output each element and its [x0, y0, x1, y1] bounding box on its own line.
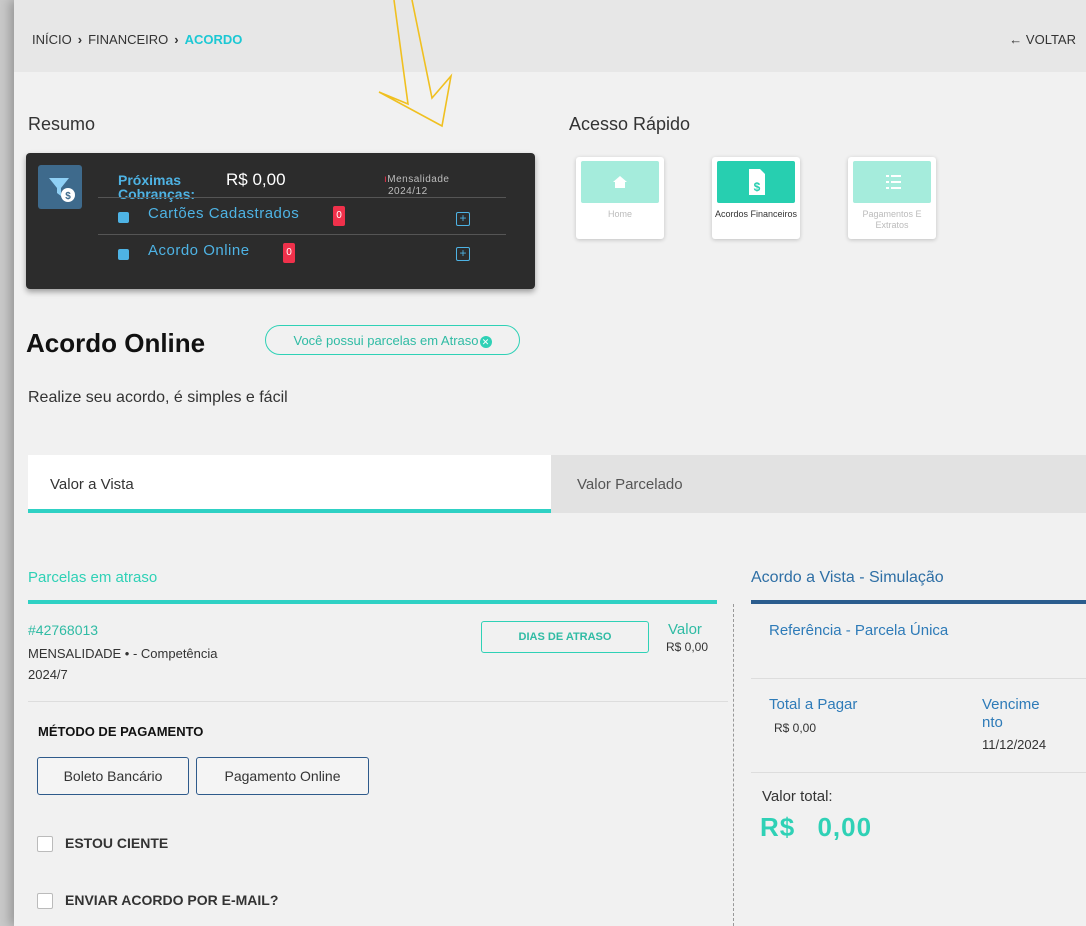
parcela-description: MENSALIDADE • - Competência 2024/7 — [28, 646, 218, 682]
parcela-id: #42768013 — [28, 622, 99, 638]
tab-valor-a-vista[interactable]: Valor a Vista — [28, 455, 551, 513]
total-a-pagar-value: R$ 0,00 — [774, 721, 817, 735]
simulacao-title: Acordo a Vista - Simulação — [751, 569, 944, 586]
parcelas-title: Parcelas em atraso — [28, 569, 158, 586]
chevron-right-icon: › — [174, 32, 179, 47]
enviar-email-checkbox[interactable] — [37, 893, 53, 909]
annotation-arrow-icon — [378, 0, 453, 128]
simulacao-bar — [751, 600, 1086, 604]
divider — [98, 234, 506, 235]
document-dollar-icon: $ — [717, 161, 795, 203]
chevron-right-icon: › — [77, 32, 83, 47]
arrow-left-icon: ← — [1009, 32, 1026, 47]
column-divider — [733, 604, 734, 926]
tab-valor-parcelado[interactable]: Valor Parcelado — [551, 455, 1086, 513]
add-cartao-icon[interactable]: + — [456, 212, 470, 226]
proximas-cobrancas-value: R$ 0,00 — [226, 170, 286, 189]
cartoes-cadastrados-link[interactable]: Cartões Cadastrados — [148, 205, 299, 222]
quick-access-label: Home — [607, 209, 632, 219]
total-a-pagar-label: Total a Pagar — [769, 696, 858, 713]
breadcrumb: INÍCIO › FINANCEIRO › ACORDO — [32, 32, 242, 47]
metodo-pagamento-title: MÉTODO DE PAGAMENTO — [38, 724, 204, 739]
referencia-label: Referência - Parcela Única — [769, 622, 949, 639]
page-subtitle: Realize seu acordo, é simples e fácil — [28, 389, 288, 406]
acordo-count-badge: 0 — [283, 243, 295, 263]
svg-text:$: $ — [754, 180, 761, 194]
tab-label: Valor Parcelado — [577, 476, 683, 493]
quick-access-label: Acordos Financeiros — [714, 209, 798, 219]
resumo-card: $ Próximas Cobranças: R$ 0,00 ıMensalida… — [26, 153, 535, 289]
tab-label: Valor a Vista — [50, 476, 134, 493]
acordo-online-link[interactable]: Acordo Online — [148, 242, 250, 259]
vencimento-value: 11/12/2024 — [982, 737, 1047, 752]
page-title: Acordo Online — [26, 328, 206, 358]
pagamento-online-button[interactable]: Pagamento Online — [196, 757, 369, 795]
valor-label: Valor — [668, 621, 702, 638]
svg-text:$: $ — [65, 191, 71, 202]
vencimento-label: Vencimento — [982, 696, 1040, 731]
close-circle-icon[interactable]: ✕ — [479, 335, 492, 348]
checklist-icon — [853, 161, 931, 203]
card-icon — [118, 212, 129, 223]
enviar-email-label: ENVIAR ACORDO POR E-MAIL? — [65, 892, 279, 908]
divider — [98, 197, 506, 198]
filter-dollar-icon: $ — [38, 165, 82, 209]
breadcrumb-financeiro[interactable]: FINANCEIRO — [88, 32, 168, 47]
quick-access-acordos[interactable]: $ Acordos Financeiros — [712, 157, 800, 239]
estou-ciente-checkbox[interactable] — [37, 836, 53, 852]
breadcrumb-acordo: ACORDO — [184, 32, 243, 47]
divider — [751, 772, 1086, 773]
quick-access-label: Pagamentos E Extratos — [862, 209, 922, 230]
quick-access-home[interactable]: Home — [576, 157, 664, 239]
valor-total-value: R$ 0,00 — [760, 812, 873, 842]
add-acordo-icon[interactable]: + — [456, 247, 470, 261]
valor-total-label: Valor total: — [762, 788, 833, 805]
back-button[interactable]: ← VOLTAR — [1009, 32, 1076, 47]
parcelas-bar — [28, 600, 717, 604]
acesso-rapido-title: Acesso Rápido — [569, 114, 691, 134]
resumo-title: Resumo — [28, 114, 96, 134]
quick-access-pagamentos[interactable]: Pagamentos E Extratos — [848, 157, 936, 239]
home-icon — [581, 161, 659, 203]
boleto-bancario-button[interactable]: Boleto Bancário — [37, 757, 189, 795]
estou-ciente-label: ESTOU CIENTE — [65, 835, 169, 851]
divider — [751, 678, 1086, 679]
app-frame: INÍCIO › FINANCEIRO › ACORDO ← VOLTAR Resumo… — [14, 0, 1086, 926]
cartoes-count-badge: 0 — [333, 206, 345, 226]
mensalidade-label: ıMensalidade — [384, 174, 450, 185]
breadcrumb-inicio[interactable]: INÍCIO — [32, 32, 72, 47]
valor-value: R$ 0,00 — [666, 640, 709, 654]
document-icon — [118, 249, 129, 260]
top-bar: INÍCIO › FINANCEIRO › ACORDO ← VOLTAR — [14, 0, 1086, 72]
divider — [28, 701, 728, 702]
atraso-alert-pill[interactable]: Você possui parcelas em Atraso ✕ — [265, 325, 520, 355]
dias-de-atraso-button[interactable]: DIAS DE ATRASO — [481, 621, 649, 653]
